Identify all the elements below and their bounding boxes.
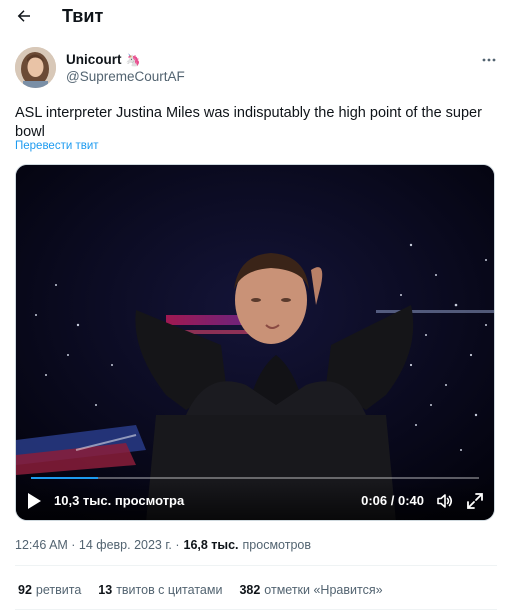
- translate-tweet-link[interactable]: Перевести твит: [15, 140, 99, 152]
- back-button[interactable]: [12, 4, 36, 28]
- video-controls: 10,3 тыс. просмотра 0:06 / 0:40: [16, 482, 494, 520]
- user-handle[interactable]: @SupremeCourtAF: [66, 69, 185, 84]
- name-row: Unicourt 🦄: [66, 52, 140, 67]
- arrow-left-icon: [17, 10, 30, 22]
- likes-count: 382: [239, 583, 261, 597]
- fullscreen-button[interactable]: [466, 492, 484, 510]
- divider: [15, 565, 497, 566]
- tweet-author: Unicourt 🦄 @SupremeCourtAF: [15, 47, 500, 93]
- tweet-stats: 92 ретвита 13 твитов с цитатами 382 отме…: [18, 583, 383, 597]
- fullscreen-icon: [467, 493, 483, 509]
- video-player[interactable]: 10,3 тыс. просмотра 0:06 / 0:40: [15, 164, 495, 521]
- tweet-text: ASL interpreter Justina Miles was indisp…: [15, 105, 482, 140]
- quotes-count: 13: [98, 583, 113, 597]
- quotes-label: твитов с цитатами: [116, 583, 223, 597]
- tweet-meta: 12:46 AM · 14 февр. 2023 г. · 16,8 тыс. …: [15, 538, 311, 552]
- video-views-label: 10,3 тыс. просмотра: [54, 493, 185, 508]
- tweet-timestamp[interactable]: 12:46 AM · 14 февр. 2023 г. ·: [15, 538, 180, 552]
- retweets-stat[interactable]: 92 ретвита: [18, 583, 81, 597]
- page-title: Твит: [62, 6, 104, 26]
- unicorn-emoji-icon: 🦄: [125, 52, 141, 67]
- play-icon: [28, 493, 41, 509]
- likes-stat[interactable]: 382 отметки «Нравится»: [239, 583, 382, 597]
- more-horizontal-icon: [482, 58, 496, 62]
- volume-icon: [437, 494, 453, 508]
- retweets-label: ретвита: [35, 583, 82, 597]
- video-time-label: 0:06 / 0:40: [361, 493, 424, 508]
- retweets-count: 92: [18, 583, 32, 597]
- avatar[interactable]: [15, 47, 56, 88]
- display-name[interactable]: Unicourt: [66, 52, 122, 67]
- video-progress-bar[interactable]: [31, 477, 479, 479]
- top-bar: Твит: [0, 0, 512, 34]
- volume-button[interactable]: [436, 492, 454, 510]
- play-button[interactable]: [26, 492, 42, 510]
- video-frame: [16, 165, 494, 520]
- video-progress-fill: [31, 477, 99, 479]
- more-button[interactable]: [478, 52, 500, 68]
- likes-label: отметки «Нравится»: [264, 583, 383, 597]
- quotes-stat[interactable]: 13 твитов с цитатами: [98, 583, 222, 597]
- views-label: просмотров: [242, 538, 311, 552]
- views-count: 16,8 тыс.: [183, 538, 239, 552]
